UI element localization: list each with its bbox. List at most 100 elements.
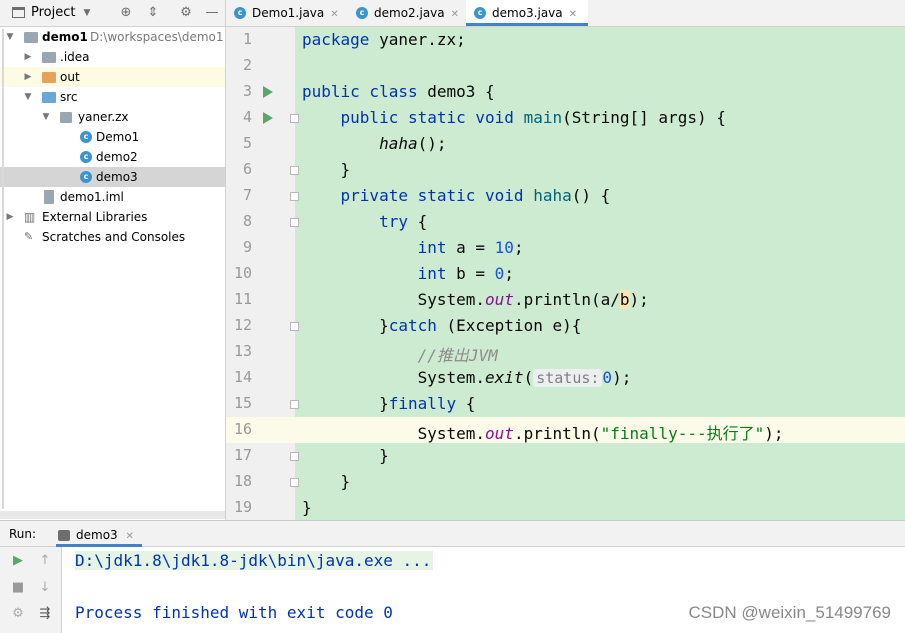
code-line-7[interactable]: private static void haha() {: [302, 186, 611, 205]
line-number: 2: [242, 56, 252, 74]
console-line: Process finished with exit code 0: [75, 603, 393, 622]
tab-demo3-java[interactable]: c demo3.java ✕: [466, 0, 588, 26]
run-main-icon[interactable]: [263, 112, 273, 124]
tree-node-path: D:\workspaces\demo1: [90, 30, 224, 44]
tree-node-package[interactable]: ▼ yaner.zx: [0, 107, 225, 127]
tree-node-demo1[interactable]: ▼ demo1 D:\workspaces\demo1: [0, 27, 225, 47]
stop-icon[interactable]: ■: [10, 580, 26, 596]
code-token: ();: [417, 134, 447, 153]
locate-file-icon[interactable]: ⊕: [118, 5, 134, 21]
fold-marker-icon[interactable]: [290, 218, 299, 227]
line-number: 15: [233, 394, 252, 412]
code-line-13[interactable]: //推出JVM: [302, 342, 498, 366]
horizontal-scrollbar[interactable]: [0, 511, 225, 519]
tree-node-idea[interactable]: ▶ .idea: [0, 47, 225, 67]
hide-panel-icon[interactable]: —: [204, 5, 220, 21]
fold-marker-icon[interactable]: [290, 322, 299, 331]
tree-node-iml[interactable]: demo1.iml: [0, 187, 225, 207]
code-line-6[interactable]: }: [302, 160, 351, 179]
code-line-4[interactable]: public static void main(String[] args) {: [302, 108, 726, 127]
close-icon[interactable]: ✕: [569, 9, 577, 20]
fold-marker-icon[interactable]: [290, 452, 299, 461]
collapsed-arrow-icon[interactable]: ▶: [23, 67, 33, 87]
scroll-up-icon[interactable]: ↑: [37, 553, 53, 569]
code-line-14[interactable]: System.exit(status: 0);: [302, 368, 631, 387]
fold-marker-icon[interactable]: [290, 114, 299, 123]
code-line-18[interactable]: }: [302, 472, 351, 491]
tab-demo1-java[interactable]: c Demo1.java ✕: [226, 0, 348, 26]
code-line-15[interactable]: }finally {: [302, 394, 475, 413]
close-icon[interactable]: ✕: [126, 531, 134, 542]
iml-file-icon: [44, 190, 54, 204]
code-token: out: [485, 424, 514, 443]
module-folder-icon: [24, 32, 38, 43]
fold-marker-icon[interactable]: [290, 192, 299, 201]
tree-node-src[interactable]: ▼ src: [0, 87, 225, 107]
code-string: "finally---执行了": [600, 424, 765, 443]
code-line-16[interactable]: System.out.println("finally---执行了");: [302, 420, 784, 444]
code-token: }: [379, 316, 389, 335]
fold-marker-icon[interactable]: [290, 166, 299, 175]
soft-wrap-icon[interactable]: ⇶: [37, 606, 53, 622]
code-token: a =: [446, 238, 495, 257]
fold-marker-icon[interactable]: [290, 400, 299, 409]
console-line: D:\jdk1.8\jdk1.8-jdk\bin\java.exe ...: [75, 551, 434, 570]
tree-node-demo3-class[interactable]: c demo3: [0, 167, 225, 187]
editor-tabs: c Demo1.java ✕ c demo2.java ✕ c demo3.java…: [226, 0, 905, 27]
run-tab-demo3[interactable]: demo3 ✕: [56, 525, 142, 547]
tree-node-demo2-class[interactable]: c demo2: [0, 147, 225, 167]
code-line-3[interactable]: public class demo3 {: [302, 82, 495, 101]
tab-demo2-java[interactable]: c demo2.java ✕: [348, 0, 466, 26]
code-token: package: [302, 30, 370, 49]
line-number: 13: [233, 342, 252, 360]
code-token: private static void: [340, 186, 524, 205]
code-line-8[interactable]: try {: [302, 212, 427, 231]
code-token: finally: [388, 394, 457, 413]
code-line-12[interactable]: }catch (Exception e){: [302, 316, 581, 335]
rerun-icon[interactable]: ▶: [10, 553, 26, 569]
code-token: catch: [388, 316, 437, 335]
line-number: 11: [233, 290, 252, 308]
code-line-19[interactable]: }: [302, 498, 312, 517]
code-line-1[interactable]: package yaner.zx;: [302, 30, 466, 49]
line-number: 7: [242, 186, 252, 204]
code-token: haha: [379, 134, 418, 153]
tab-label: demo3.java: [492, 6, 563, 20]
project-view-selector[interactable]: Project ▼: [12, 5, 90, 20]
close-icon[interactable]: ✕: [451, 9, 459, 20]
code-token: int: [417, 264, 447, 283]
run-class-icon[interactable]: [263, 86, 273, 98]
code-token: {: [456, 394, 476, 413]
line-number: 17: [233, 446, 252, 464]
gear-icon[interactable]: ⚙: [178, 5, 194, 21]
collapsed-arrow-icon[interactable]: ▶: [23, 47, 33, 67]
code-line-5[interactable]: haha();: [302, 134, 447, 153]
close-icon[interactable]: ✕: [330, 9, 338, 20]
collapse-all-icon[interactable]: ⇕: [145, 5, 161, 21]
line-number: 1: [242, 30, 252, 48]
code-line-10[interactable]: int b = 0;: [302, 264, 514, 283]
expand-arrow-icon[interactable]: ▼: [41, 107, 51, 127]
code-token: b =: [446, 264, 495, 283]
expand-arrow-icon[interactable]: ▼: [5, 27, 15, 47]
code-token: System.: [417, 368, 486, 387]
settings-icon[interactable]: ⚙: [10, 606, 26, 622]
code-line-17[interactable]: }: [302, 446, 389, 465]
collapsed-arrow-icon[interactable]: ▶: [5, 207, 15, 227]
fold-marker-icon[interactable]: [290, 478, 299, 487]
tree-node-scratches[interactable]: ✎ Scratches and Consoles: [0, 227, 225, 247]
scroll-down-icon[interactable]: ↓: [37, 580, 53, 596]
run-panel-header: Run: demo3 ✕: [0, 520, 905, 547]
tree-node-demo1-class[interactable]: c Demo1: [0, 127, 225, 147]
watermark: CSDN @weixin_51499769: [688, 603, 891, 622]
line-number: 12: [233, 316, 252, 334]
code-line-11[interactable]: System.out.println(a/b);: [302, 290, 649, 309]
tree-node-external-libraries[interactable]: ▶ ▥ External Libraries: [0, 207, 225, 227]
expand-arrow-icon[interactable]: ▼: [23, 87, 33, 107]
code-line-9[interactable]: int a = 10;: [302, 238, 524, 257]
tree-node-label: demo1.iml: [60, 190, 124, 204]
project-panel-header: Project ▼ ⊕ ⇕ ⚙ —: [0, 0, 226, 27]
tree-node-out[interactable]: ▶ out: [0, 67, 225, 87]
tree-node-label: yaner.zx: [78, 110, 129, 124]
vertical-scrollbar[interactable]: [2, 29, 4, 509]
